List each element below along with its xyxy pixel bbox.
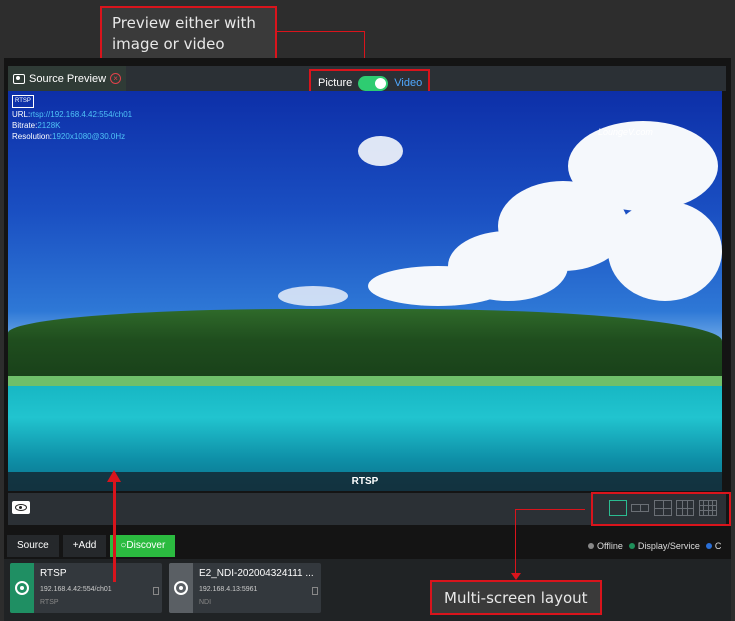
add-button[interactable]: +Add — [62, 535, 107, 557]
close-icon[interactable]: × — [110, 73, 122, 84]
callout-connector — [277, 31, 365, 32]
rtsp-badge: RTSP — [12, 95, 34, 108]
camera-icon — [13, 73, 25, 84]
cloud — [358, 136, 403, 166]
video-preview: RTSP URL:rtsp://192.168.4.42:554/ch01 Bi… — [8, 91, 722, 491]
legend-display-service: Display/Service — [628, 541, 700, 551]
legend-third: C — [705, 541, 721, 551]
callout-connector — [515, 509, 585, 510]
card-address: 192.168.4.13:5961 — [199, 586, 258, 593]
picture-label: Picture — [318, 77, 353, 89]
layout-six-button[interactable] — [676, 500, 694, 516]
discover-button[interactable]: ○Discover — [110, 535, 176, 557]
cloud — [608, 201, 722, 301]
card-type: RTSP — [40, 599, 59, 606]
status-legend: Offline Display/Service C — [588, 541, 721, 551]
callout-multi-screen: Multi-screen layout — [430, 580, 602, 615]
eye-icon — [15, 504, 27, 511]
card-address: 192.168.4.42:554/ch01 — [40, 586, 112, 593]
arrow-shaft — [113, 482, 116, 582]
document-icon[interactable] — [312, 587, 318, 595]
layout-single-button[interactable] — [609, 500, 627, 516]
source-toolbar: Source +Add ○Discover — [7, 535, 176, 557]
preview-header: Source Preview × Picture Video — [8, 66, 726, 97]
document-icon[interactable] — [153, 587, 159, 595]
arrow-head-up-icon — [107, 470, 121, 482]
layout-four-button[interactable] — [654, 500, 672, 516]
card-name: E2_NDI-202004324111 ... — [199, 568, 314, 579]
cloud — [368, 266, 508, 306]
discover-label: Discover — [126, 540, 166, 551]
card-icon-bg — [10, 563, 34, 613]
url-label: URL: — [12, 110, 31, 119]
picture-video-switch[interactable] — [358, 75, 389, 91]
cloud — [278, 286, 348, 306]
layout-two-button[interactable] — [631, 504, 649, 512]
bitrate-label: Bitrate: — [12, 121, 38, 130]
bitrate-value: 2128K — [37, 121, 61, 130]
callout-preview-mode: Preview either with image or video — [100, 6, 277, 61]
tab-source-preview[interactable]: Source Preview × — [8, 66, 126, 91]
watermark-logo: LoungeV.com — [598, 127, 653, 137]
webcam-icon — [174, 581, 188, 595]
source-card[interactable]: RTSP 192.168.4.42:554/ch01 RTSP — [10, 563, 162, 613]
eye-button[interactable] — [12, 501, 30, 514]
resolution-label: Resolution: — [12, 132, 53, 141]
webcam-icon — [15, 581, 29, 595]
card-type: NDI — [199, 599, 212, 606]
tab-label: Source Preview — [29, 72, 107, 85]
resolution-value: 1920x1080@30.0Hz — [52, 132, 126, 141]
source-card[interactable]: E2_NDI-202004324111 ... 192.168.4.13:596… — [169, 563, 321, 613]
callout-connector — [515, 509, 516, 575]
card-name: RTSP — [40, 568, 67, 579]
card-icon-bg — [169, 563, 193, 613]
video-label: Video — [394, 77, 423, 89]
source-button[interactable]: Source — [7, 535, 59, 557]
url-value: rtsp://192.168.4.42:554/ch01 — [30, 110, 133, 119]
legend-offline: Offline — [588, 541, 623, 551]
arrow-head-down-icon — [511, 573, 521, 580]
layout-nine-button[interactable] — [699, 500, 717, 516]
stream-info: RTSP URL:rtsp://192.168.4.42:554/ch01 Bi… — [12, 94, 132, 142]
callout-connector — [364, 31, 365, 61]
